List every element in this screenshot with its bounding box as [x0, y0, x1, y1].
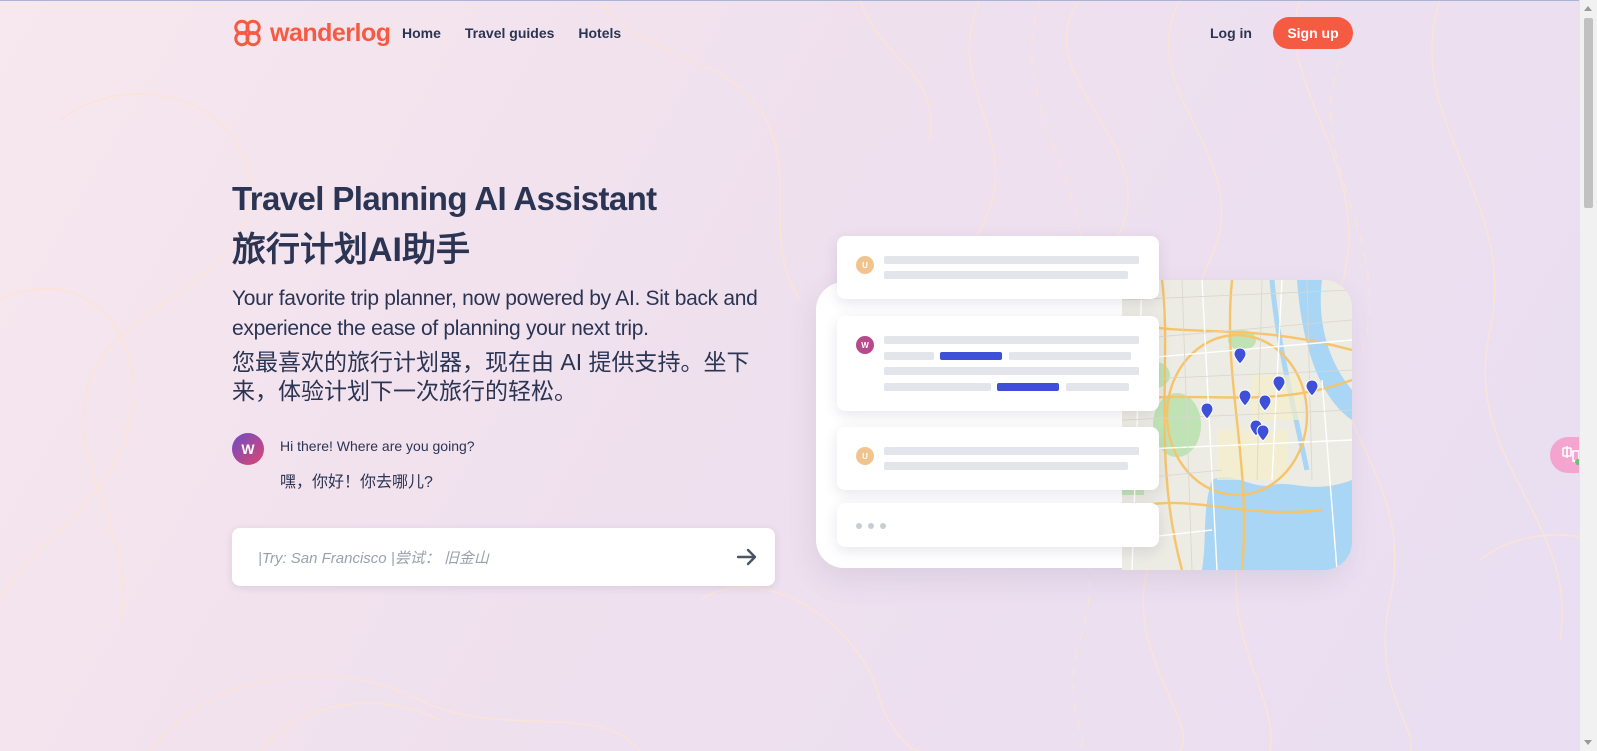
- assistant-avatar: W: [232, 433, 264, 465]
- highlight-line: [997, 383, 1059, 391]
- wanderlog-logo[interactable]: wanderlog: [232, 18, 391, 48]
- chat-card-user-2: U: [837, 427, 1159, 490]
- submit-button[interactable]: [733, 543, 761, 571]
- placeholder-line: [884, 352, 934, 360]
- nav-home[interactable]: Home: [402, 25, 441, 41]
- hero-title-en: Travel Planning AI Assistant: [232, 180, 657, 217]
- hero-subtitle-en: Your favorite trip planner, now powered …: [232, 287, 758, 340]
- chat-card-user-1: U: [837, 236, 1159, 299]
- destination-input[interactable]: [256, 546, 700, 570]
- greeting-zh: 嘿，你好！你去哪儿?: [280, 474, 433, 491]
- logo-text: wanderlog: [270, 18, 391, 47]
- translate-icon: [1562, 446, 1581, 465]
- chat-card-typing: [837, 503, 1159, 547]
- scroll-up-arrow[interactable]: [1584, 6, 1592, 11]
- typing-indicator: [856, 523, 886, 529]
- placeholder-line: [1009, 352, 1131, 360]
- assistant-mini-avatar: W: [856, 336, 874, 354]
- nav-travel-guides[interactable]: Travel guides: [465, 25, 554, 41]
- placeholder-line: [1066, 383, 1129, 391]
- top-nav: wanderlog Home Travel guides Hotels Log …: [232, 16, 1353, 50]
- scroll-down-arrow[interactable]: [1584, 740, 1592, 745]
- arrow-right-icon: [736, 548, 757, 566]
- user-avatar: U: [856, 256, 874, 274]
- placeholder-line: [884, 462, 1128, 470]
- scroll-thumb[interactable]: [1584, 18, 1593, 208]
- greeting-en: Hi there! Where are you going?: [280, 438, 475, 454]
- destination-search-box: [232, 528, 775, 586]
- window-top-border: [0, 0, 1597, 1]
- placeholder-line: [884, 256, 1139, 264]
- placeholder-line: [884, 367, 1139, 375]
- hero-title-zh: 旅行计划AI助手: [232, 231, 470, 269]
- signup-button[interactable]: Sign up: [1273, 17, 1353, 49]
- hero-subtitle-zh: 您最喜欢的旅行计划器，现在由 AI 提供支持。坐下来，体验计划下一次旅行的轻松。: [232, 349, 750, 404]
- placeholder-line: [884, 383, 991, 391]
- login-link[interactable]: Log in: [1210, 25, 1252, 41]
- logo-icon: [234, 19, 261, 47]
- user-avatar: U: [856, 447, 874, 465]
- placeholder-line: [884, 336, 1139, 344]
- nav-links: Home Travel guides Hotels: [402, 25, 621, 41]
- page-scrollbar[interactable]: [1579, 0, 1597, 751]
- chat-card-assistant: W: [837, 316, 1159, 411]
- highlight-line: [940, 352, 1002, 360]
- placeholder-line: [884, 271, 1128, 279]
- placeholder-line: [884, 447, 1139, 455]
- nav-hotels[interactable]: Hotels: [578, 25, 621, 41]
